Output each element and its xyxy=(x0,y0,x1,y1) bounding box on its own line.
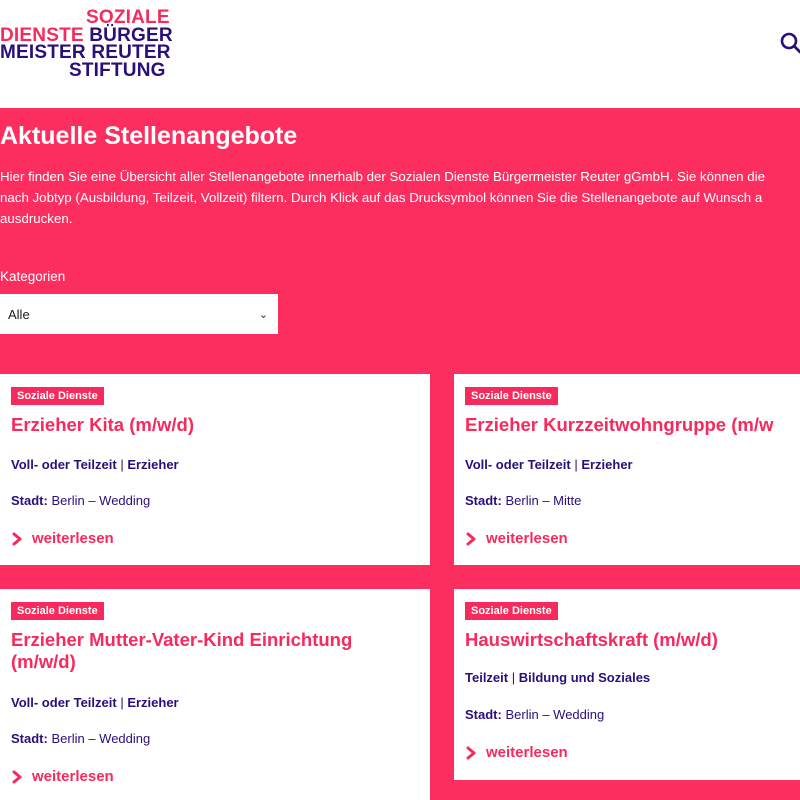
jobs-section: Aktuelle Stellenangebote Hier finden Sie… xyxy=(0,108,800,800)
category-filter-label: Kategorien xyxy=(0,269,66,284)
job-card[interactable]: Soziale Dienste Hauswirtschaftskraft (m/… xyxy=(454,589,800,780)
chevron-right-icon xyxy=(466,532,476,545)
job-field: Erzieher xyxy=(127,695,179,710)
job-field: Erzieher xyxy=(581,457,633,472)
read-more-link[interactable]: weiterlesen xyxy=(11,768,114,785)
job-card[interactable]: Soziale Dienste Erzieher Mutter-Vater-Ki… xyxy=(0,589,430,800)
job-city: Stadt: Berlin – Wedding xyxy=(465,707,604,722)
intro-text: Hier finden Sie eine Übersicht aller Ste… xyxy=(0,166,800,229)
job-meta: Voll- oder Teilzeit | Erzieher xyxy=(465,457,633,472)
category-badge: Soziale Dienste xyxy=(465,387,558,405)
city-label: Stadt: xyxy=(11,493,48,508)
read-more-link[interactable]: weiterlesen xyxy=(465,530,568,547)
job-type: Voll- oder Teilzeit xyxy=(11,457,117,472)
job-title[interactable]: Erzieher Kurzzeitwohngruppe (m/w xyxy=(465,414,773,436)
site-header: SOZIALE DIENSTE BÜRGER MEISTER REUTER ST… xyxy=(0,0,800,108)
read-more-link[interactable]: weiterlesen xyxy=(11,530,114,547)
search-icon xyxy=(780,32,800,54)
job-title[interactable]: Hauswirtschaftskraft (m/w/d) xyxy=(465,629,718,651)
job-field: Erzieher xyxy=(127,457,179,472)
job-meta: Teilzeit | Bildung und Soziales xyxy=(465,670,651,685)
category-select[interactable]: Alle ⌄ xyxy=(0,294,278,334)
read-more-link[interactable]: weiterlesen xyxy=(465,744,568,761)
category-badge: Soziale Dienste xyxy=(11,387,104,405)
job-type: Voll- oder Teilzeit xyxy=(11,695,117,710)
job-card[interactable]: Soziale Dienste Erzieher Kita (m/w/d) Vo… xyxy=(0,374,430,565)
job-city: Stadt: Berlin – Wedding xyxy=(11,493,150,508)
job-city: Stadt: Berlin – Wedding xyxy=(11,731,150,746)
job-meta: Voll- oder Teilzeit | Erzieher xyxy=(11,695,179,710)
search-button[interactable] xyxy=(780,32,800,54)
chevron-right-icon xyxy=(12,770,22,783)
read-more-label: weiterlesen xyxy=(486,530,568,547)
chevron-right-icon xyxy=(466,746,476,759)
intro-line-1: Hier finden Sie eine Übersicht aller Ste… xyxy=(0,169,765,184)
logo-line-4: STIFTUNG xyxy=(69,59,166,81)
job-field: Bildung und Soziales xyxy=(518,670,651,685)
city-value: Berlin – Wedding xyxy=(505,707,605,722)
read-more-label: weiterlesen xyxy=(32,530,114,547)
read-more-label: weiterlesen xyxy=(486,744,568,761)
city-value: Berlin – Mitte xyxy=(505,493,582,508)
job-title[interactable]: Erzieher Mutter-Vater-Kind Einrichtung (… xyxy=(11,629,411,673)
city-label: Stadt: xyxy=(465,493,502,508)
job-type: Teilzeit xyxy=(465,670,509,685)
job-title[interactable]: Erzieher Kita (m/w/d) xyxy=(11,414,194,436)
category-badge: Soziale Dienste xyxy=(465,602,558,620)
category-badge: Soziale Dienste xyxy=(11,602,104,620)
job-card[interactable]: Soziale Dienste Erzieher Kurzzeitwohngru… xyxy=(454,374,800,565)
job-city: Stadt: Berlin – Mitte xyxy=(465,493,581,508)
category-select-value: Alle xyxy=(8,306,30,322)
city-label: Stadt: xyxy=(465,707,502,722)
intro-line-2: nach Jobtyp (Ausbildung, Teilzeit, Vollz… xyxy=(0,190,763,205)
job-meta: Voll- oder Teilzeit | Erzieher xyxy=(11,457,179,472)
intro-line-3: ausdrucken. xyxy=(0,211,73,226)
chevron-right-icon xyxy=(12,532,22,545)
read-more-label: weiterlesen xyxy=(32,768,114,785)
job-type: Voll- oder Teilzeit xyxy=(465,457,571,472)
page-title: Aktuelle Stellenangebote xyxy=(0,122,298,150)
chevron-down-icon: ⌄ xyxy=(258,308,268,321)
city-value: Berlin – Wedding xyxy=(51,493,151,508)
logo[interactable]: SOZIALE DIENSTE BÜRGER MEISTER REUTER ST… xyxy=(0,8,173,81)
city-label: Stadt: xyxy=(11,731,48,746)
city-value: Berlin – Wedding xyxy=(51,731,151,746)
